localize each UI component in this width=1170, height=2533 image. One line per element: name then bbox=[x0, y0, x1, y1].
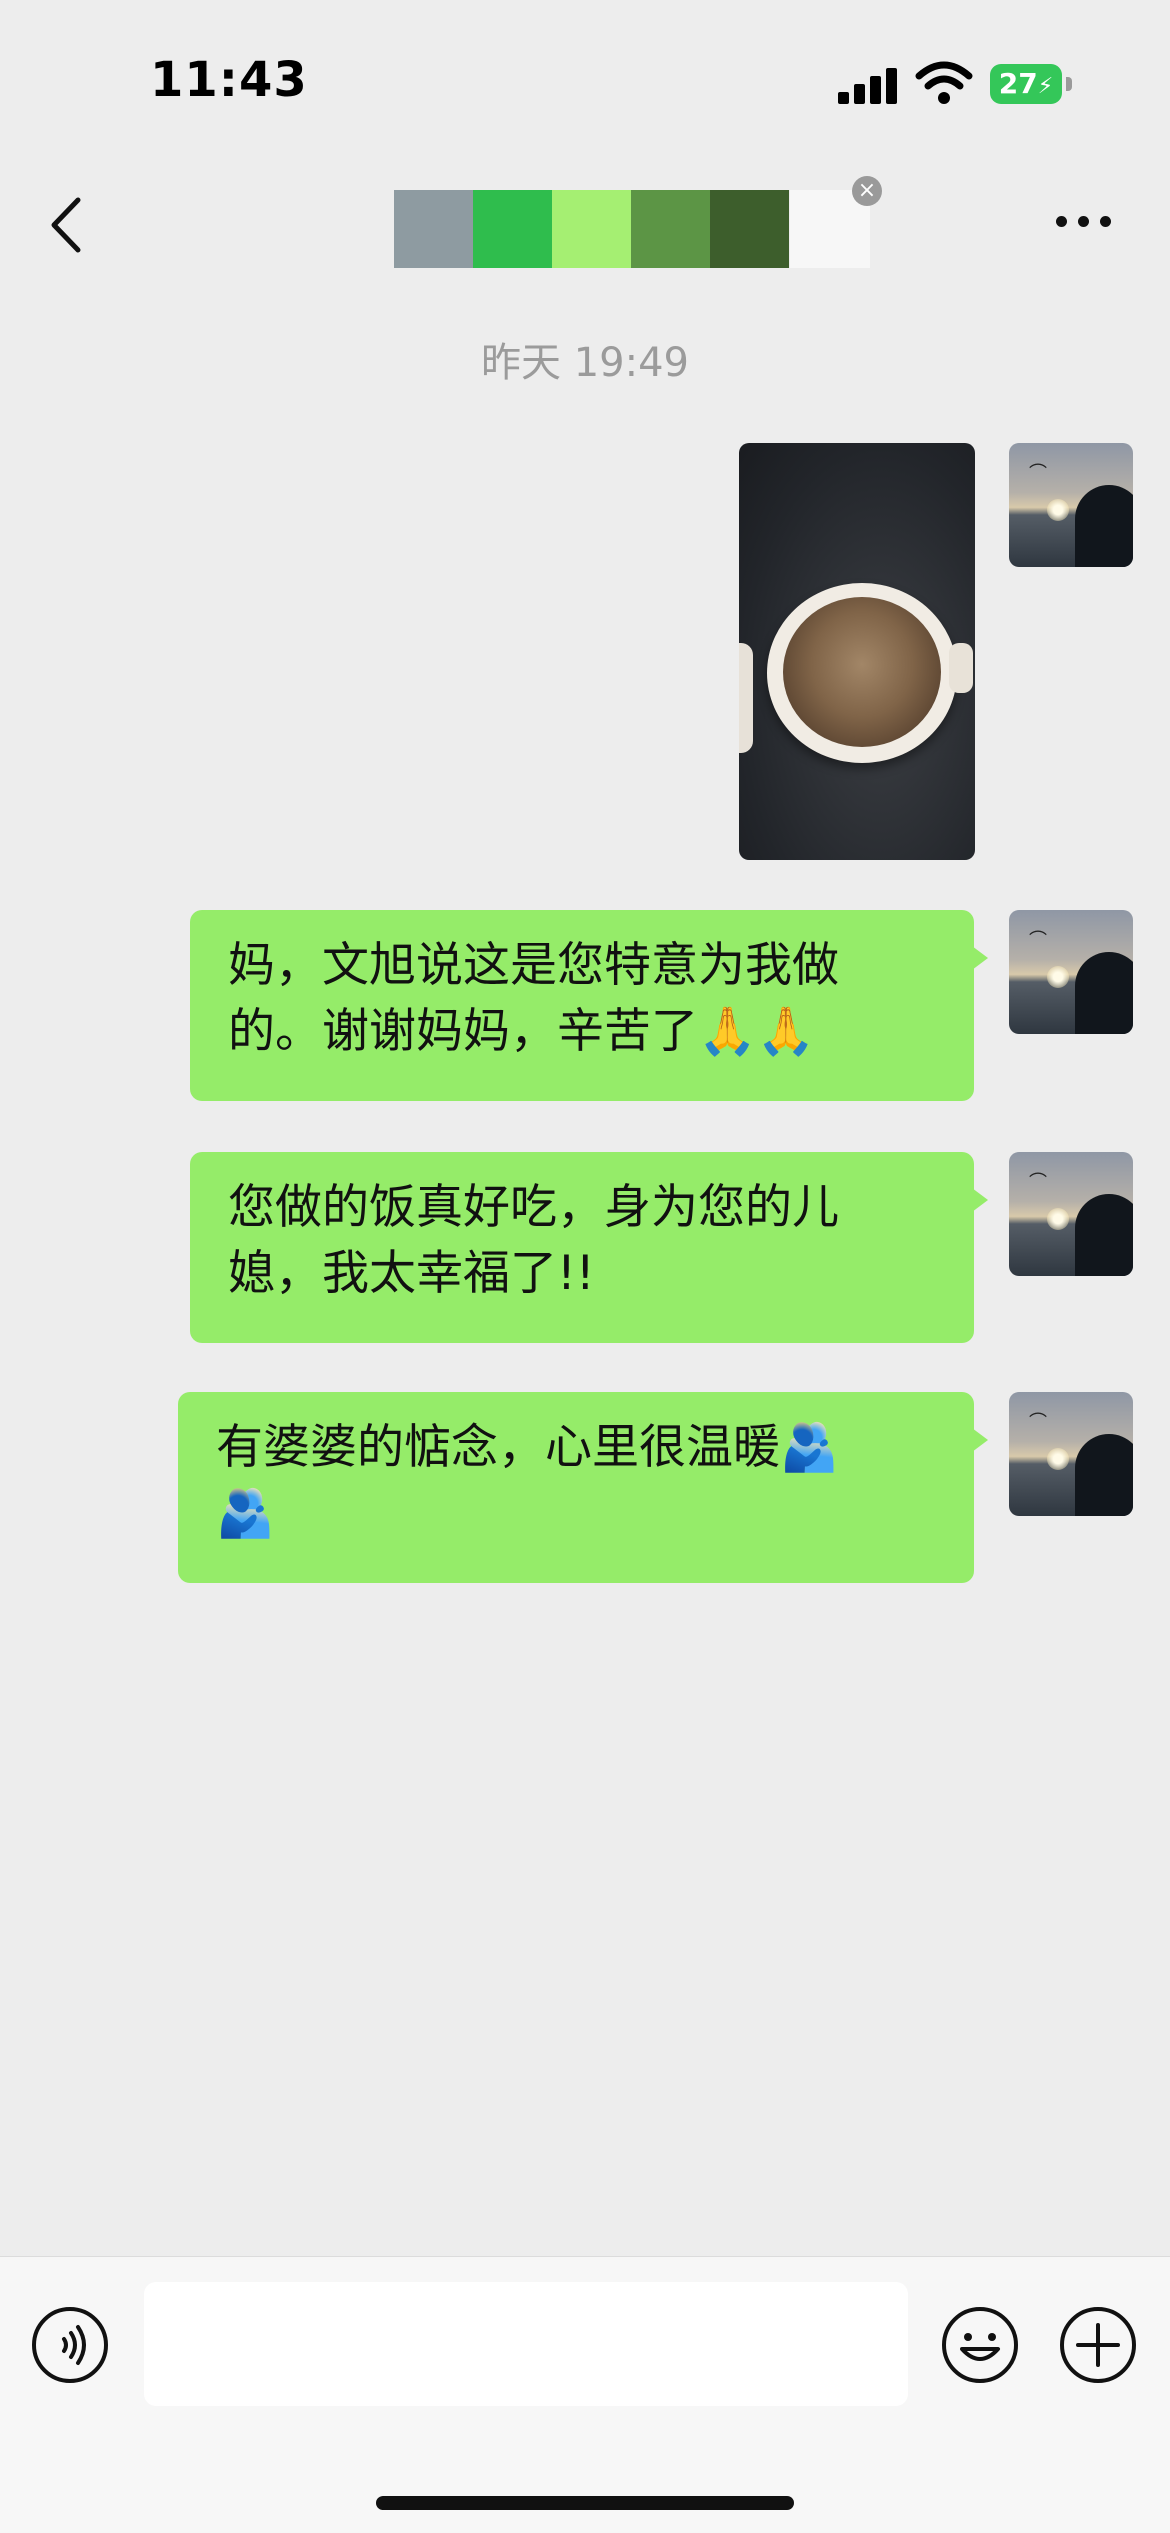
voice-icon[interactable] bbox=[30, 2305, 110, 2385]
bird: ⌒ bbox=[1029, 463, 1047, 484]
message-line: 的。谢谢妈妈，辛苦了🙏🙏 bbox=[228, 1004, 816, 1059]
food-photo[interactable] bbox=[739, 443, 975, 860]
title-block bbox=[631, 190, 710, 268]
fish-dish bbox=[783, 597, 941, 747]
message-line: 🫂 bbox=[216, 1486, 275, 1541]
figure bbox=[1075, 1194, 1133, 1276]
battery-icon: 27⚡ bbox=[990, 64, 1062, 104]
message-line: 媳，我太幸福了!! bbox=[228, 1246, 595, 1301]
title-block bbox=[394, 190, 473, 268]
bird: ⌒ bbox=[1029, 930, 1047, 951]
message-bubble[interactable]: 有婆婆的惦念，心里很温暖🫂 🫂 bbox=[178, 1392, 988, 1583]
sun bbox=[1047, 499, 1069, 521]
message-bubble[interactable]: 您做的饭真好吃，身为您的儿 媳，我太幸福了!! bbox=[190, 1152, 988, 1343]
wifi-icon bbox=[915, 61, 973, 104]
home-indicator[interactable] bbox=[376, 2496, 794, 2510]
chevron-left-icon[interactable] bbox=[42, 190, 92, 260]
bird: ⌒ bbox=[1029, 1412, 1047, 1433]
figure bbox=[1075, 952, 1133, 1034]
message-bubble[interactable]: 妈，文旭说这是您特意为我做 的。谢谢妈妈，辛苦了🙏🙏 bbox=[190, 910, 988, 1101]
chat-title-redacted[interactable] bbox=[394, 190, 789, 268]
sun bbox=[1047, 966, 1069, 988]
avatar[interactable]: ⌒ bbox=[1009, 443, 1133, 567]
avatar[interactable]: ⌒ bbox=[1009, 1392, 1133, 1516]
avatar[interactable]: ⌒ bbox=[1009, 910, 1133, 1034]
message-line: 有婆婆的惦念，心里很温暖🫂 bbox=[216, 1420, 839, 1475]
more-dots-icon[interactable] bbox=[1052, 210, 1116, 234]
sun bbox=[1047, 1448, 1069, 1470]
message-input[interactable] bbox=[144, 2282, 908, 2406]
clay-pot bbox=[767, 583, 957, 763]
chat-timestamp: 昨天 19:49 bbox=[481, 340, 689, 386]
sun bbox=[1047, 1208, 1069, 1230]
pot-handle bbox=[949, 643, 973, 693]
plate-edge bbox=[739, 643, 753, 753]
message-line: 您做的饭真好吃，身为您的儿 bbox=[228, 1180, 839, 1235]
title-block bbox=[473, 190, 552, 268]
title-block bbox=[710, 190, 789, 268]
figure bbox=[1075, 1434, 1133, 1516]
cellular-signal-icon bbox=[838, 64, 898, 104]
plus-icon[interactable] bbox=[1058, 2305, 1138, 2385]
title-block bbox=[552, 190, 631, 268]
bird: ⌒ bbox=[1029, 1172, 1047, 1193]
avatar[interactable]: ⌒ bbox=[1009, 1152, 1133, 1276]
close-icon[interactable]: × bbox=[852, 176, 882, 206]
status-time: 11:43 bbox=[150, 52, 308, 108]
figure bbox=[1075, 485, 1133, 567]
emoji-icon[interactable] bbox=[940, 2305, 1020, 2385]
message-line: 妈，文旭说这是您特意为我做 bbox=[228, 938, 839, 993]
battery-tip bbox=[1066, 77, 1072, 91]
battery-level: 27 bbox=[998, 67, 1038, 100]
